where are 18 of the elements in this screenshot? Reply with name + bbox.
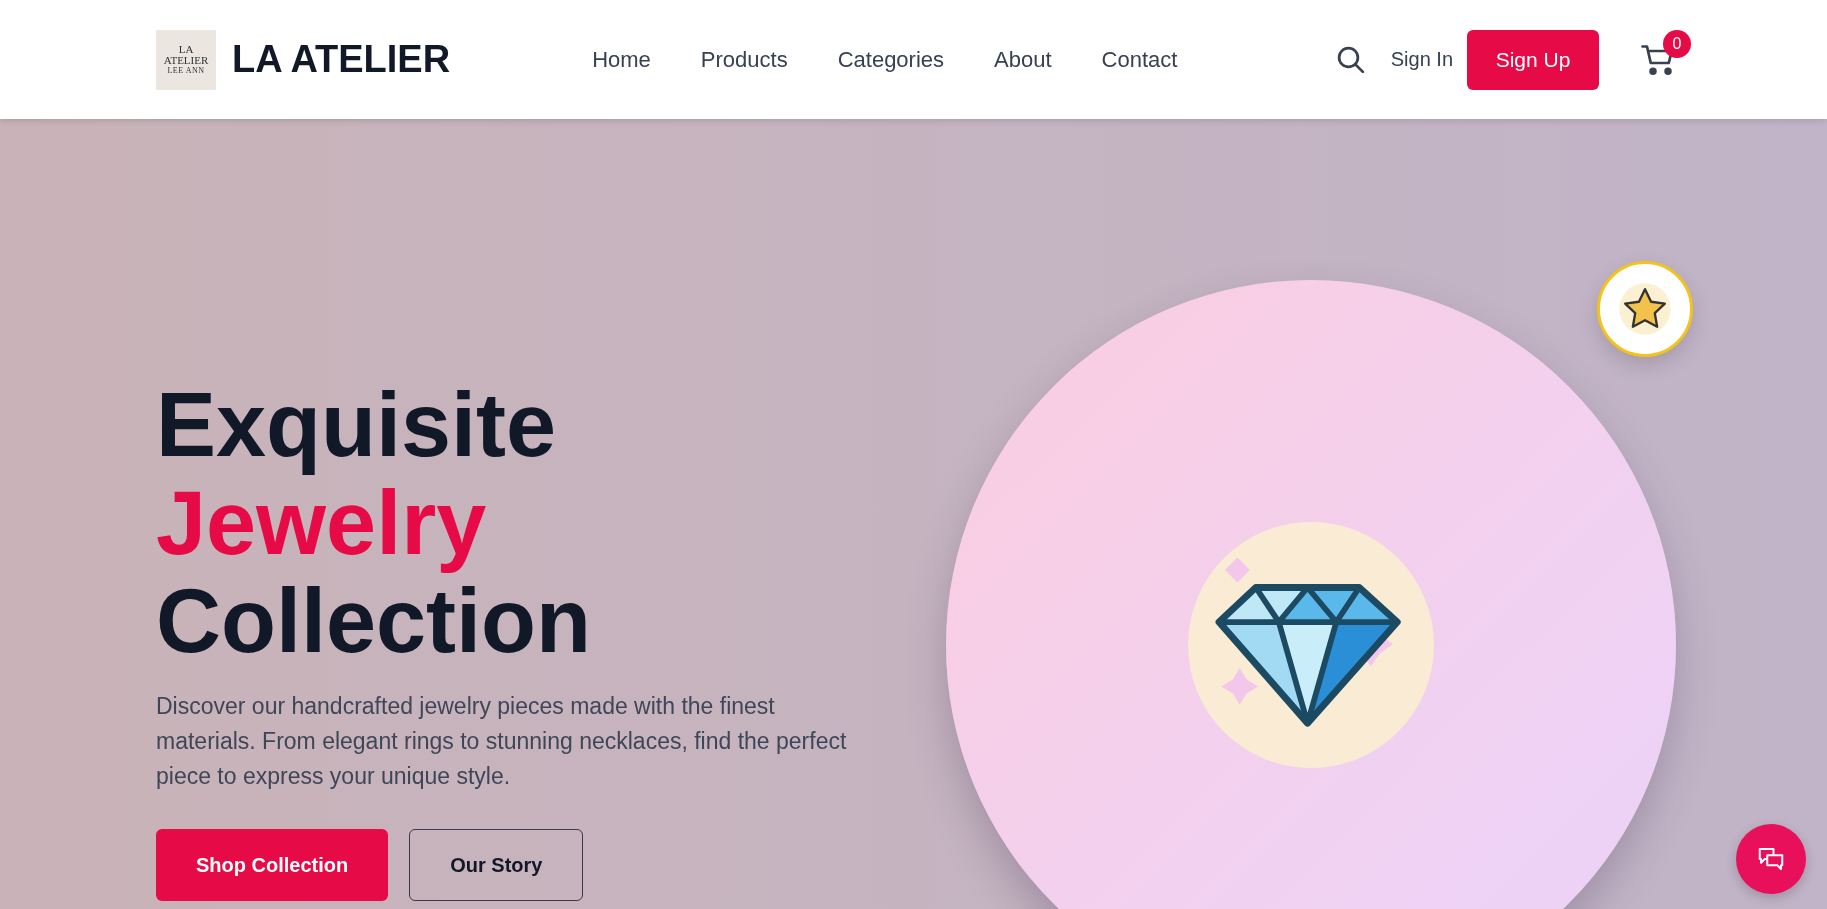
chat-button[interactable] <box>1736 824 1806 894</box>
nav-link[interactable]: About <box>994 46 1052 73</box>
hero-heading: Exquisite <box>156 374 557 477</box>
logo-text: LA <box>178 43 194 56</box>
nav-link[interactable]: Home <box>592 46 651 73</box>
sign-in-link[interactable]: Sign In <box>1390 48 1453 71</box>
nav-link[interactable]: Categories <box>837 46 945 73</box>
search-icon[interactable] <box>1335 44 1366 75</box>
nav-link[interactable]: Products <box>700 46 788 73</box>
brand-name[interactable]: LA ATELIER <box>232 38 451 81</box>
shop-button[interactable]: Shop Collection <box>156 829 389 901</box>
logo-text: LEE ANN <box>167 66 205 76</box>
sign-up-button[interactable]: Sign Up <box>1467 29 1599 90</box>
hero-description: Discover our handcrafted jewelry pieces made with the finest materials. From elegant rings to stunning necklaces, find the perfect piece to express your unique style. <box>156 692 848 791</box>
logo-text: ATELIER <box>163 55 209 67</box>
story-button[interactable]: Our Story <box>409 829 584 901</box>
nav-link[interactable]: Contact <box>1101 46 1178 73</box>
cart-count-badge: 0 <box>1663 29 1691 58</box>
